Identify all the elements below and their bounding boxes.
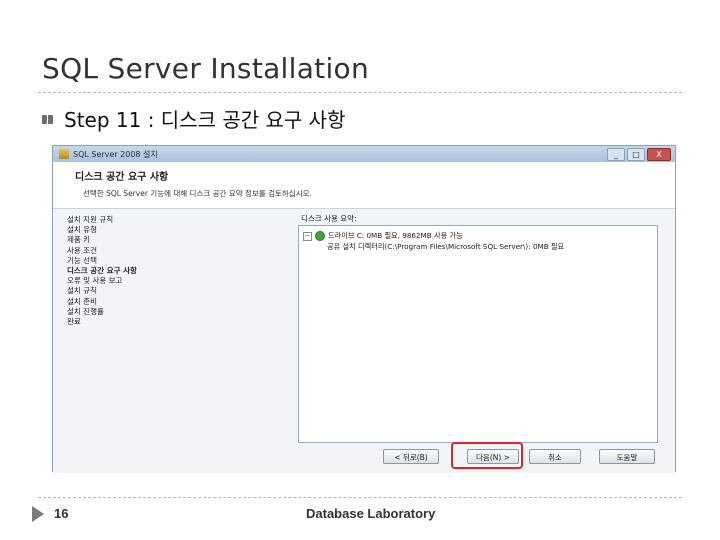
- help-button[interactable]: 도움말: [599, 449, 655, 464]
- slide-title: SQL Server Installation: [42, 52, 370, 85]
- window-body: 설치 지원 규칙 설치 유형 제품 키 사용 조건 기능 선택 디스크 공간 요…: [53, 209, 675, 473]
- step-item[interactable]: 설치 규칙: [67, 286, 137, 296]
- step-item[interactable]: 오류 및 사용 보고: [67, 276, 137, 286]
- step-item[interactable]: 기능 선택: [67, 256, 137, 266]
- app-icon: [59, 149, 69, 159]
- step-item[interactable]: 사용 조건: [67, 246, 137, 256]
- close-icon[interactable]: X: [647, 148, 671, 161]
- maximize-icon[interactable]: □: [627, 148, 645, 161]
- minimize-icon[interactable]: _: [607, 148, 625, 161]
- disk-summary-tree[interactable]: − 드라이브 C: 0MB 필요, 9862MB 사용 가능 공유 설치 디렉터…: [298, 225, 658, 443]
- tree-row-folder[interactable]: 공유 설치 디렉터리(C:\Program Files\Microsoft SQ…: [327, 242, 564, 252]
- button-row: < 뒤로(B) 다음(N) > 취소 도움말: [53, 449, 675, 465]
- window-title: SQL Server 2008 설치: [73, 149, 158, 159]
- page-subheading: 선택한 SQL Server 기능에 대해 디스크 공간 요약 정보를 검토하십…: [83, 189, 312, 198]
- page-number: 16: [54, 506, 69, 521]
- next-button-highlight: [451, 442, 523, 469]
- bullet-icon: [42, 112, 56, 126]
- collapse-icon[interactable]: −: [303, 231, 312, 241]
- page-heading: 디스크 공간 요구 사항: [75, 172, 169, 183]
- step-item[interactable]: 제품 키: [67, 235, 137, 245]
- window-controls: _ □ X: [607, 148, 671, 161]
- footer-arrow-icon: [32, 506, 44, 522]
- step-item[interactable]: 설치 진행률: [67, 307, 137, 317]
- bullet-row: Step 11 : 디스크 공간 요구 사항: [42, 104, 345, 133]
- cancel-button[interactable]: 취소: [529, 449, 581, 464]
- check-ok-icon: [315, 231, 325, 241]
- footer-divider: [38, 497, 682, 498]
- folder-summary-text: 공유 설치 디렉터리(C:\Program Files\Microsoft SQ…: [327, 242, 565, 251]
- window-titlebar[interactable]: SQL Server 2008 설치 _ □ X: [53, 146, 675, 162]
- bullet-text: Step 11 : 디스크 공간 요구 사항: [64, 108, 346, 132]
- installer-window: SQL Server 2008 설치 _ □ X 디스크 공간 요구 사항 선택…: [52, 145, 676, 473]
- disk-summary-label: 디스크 사용 요약:: [301, 214, 357, 223]
- footer-text: Database Laboratory: [306, 506, 436, 521]
- step-list: 설치 지원 규칙 설치 유형 제품 키 사용 조건 기능 선택 디스크 공간 요…: [67, 215, 137, 327]
- title-divider: [38, 92, 682, 93]
- back-button[interactable]: < 뒤로(B): [383, 449, 439, 464]
- window-header: 디스크 공간 요구 사항 선택한 SQL Server 기능에 대해 디스크 공…: [53, 162, 675, 209]
- tree-row-drive[interactable]: − 드라이브 C: 0MB 필요, 9862MB 사용 가능: [303, 231, 463, 241]
- step-item[interactable]: 설치 지원 규칙: [67, 215, 137, 225]
- step-item-active[interactable]: 디스크 공간 요구 사항: [67, 266, 137, 276]
- step-item[interactable]: 완료: [67, 317, 137, 327]
- drive-summary-text: 드라이브 C: 0MB 필요, 9862MB 사용 가능: [328, 231, 463, 240]
- step-item[interactable]: 설치 준비: [67, 297, 137, 307]
- step-item[interactable]: 설치 유형: [67, 225, 137, 235]
